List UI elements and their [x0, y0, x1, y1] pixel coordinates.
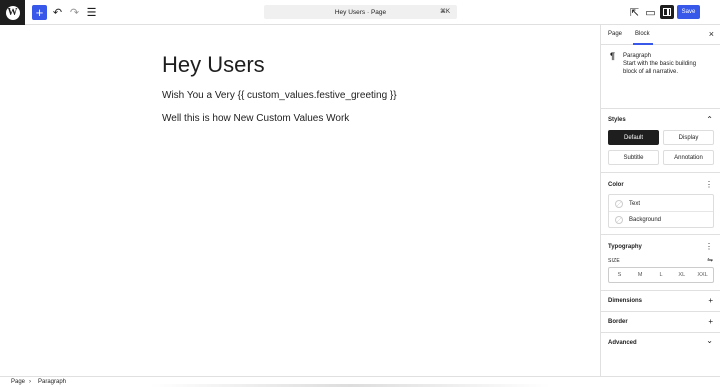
chevron-down-icon[interactable]: ⌄ [706, 337, 713, 345]
text-color-item[interactable]: Text [609, 195, 713, 212]
paragraph-block[interactable]: Well this is how New Custom Values Work [162, 113, 349, 124]
heading-block[interactable]: Hey Users [162, 52, 265, 78]
color-title: Color [608, 182, 624, 188]
chevron-up-icon[interactable]: ⌃ [706, 116, 713, 124]
command-shortcut: ⌘K [439, 9, 450, 15]
tab-block[interactable]: Block [635, 31, 650, 37]
sidebar-tabs: Page Block × [601, 25, 720, 45]
styles-title[interactable]: Styles [608, 117, 626, 123]
custom-size-icon[interactable]: ⇋ [707, 256, 713, 264]
plus-icon[interactable]: + [708, 297, 713, 305]
more-options-icon[interactable]: ⋮ [705, 243, 713, 251]
style-subtitle-button[interactable]: Subtitle [608, 150, 659, 165]
border-title: Border [608, 319, 628, 325]
typography-panel: Typography ⋮ SIZE ⇋ S M L XL XXL [601, 235, 720, 291]
color-settings: Text Background [608, 194, 714, 228]
chevron-right-icon: › [29, 379, 31, 385]
style-options: Default Display Subtitle Annotation [608, 130, 714, 165]
size-m-option[interactable]: M [630, 268, 651, 282]
paragraph-block[interactable]: Wish You a Very {{ custom_values.festive… [162, 90, 397, 101]
tab-page[interactable]: Page [608, 31, 622, 37]
redo-icon[interactable]: ↷ [67, 5, 82, 20]
breadcrumb-paragraph[interactable]: Paragraph [38, 379, 66, 385]
dimensions-panel[interactable]: Dimensions + [601, 291, 720, 312]
wordpress-icon: W [5, 5, 20, 20]
save-button[interactable]: Save [677, 5, 700, 19]
settings-sidebar: Page Block × ¶ Paragraph Start with the … [600, 25, 720, 376]
styles-panel: Styles ⌃ Default Display Subtitle Annota… [601, 109, 720, 173]
size-l-option[interactable]: L [651, 268, 672, 282]
plus-icon[interactable]: + [708, 318, 713, 326]
size-xl-option[interactable]: XL [671, 268, 692, 282]
close-icon[interactable]: × [709, 29, 714, 39]
size-label: SIZE [608, 258, 620, 264]
block-card: ¶ Paragraph Start with the basic buildin… [601, 45, 720, 109]
color-panel: Color ⋮ Text Background [601, 173, 720, 235]
document-title: Hey Users · Page [334, 8, 387, 16]
preview-device-icon[interactable]: ▭ [643, 5, 658, 20]
sidebar-panel-icon [663, 8, 671, 16]
style-annotation-button[interactable]: Annotation [663, 150, 714, 165]
background-color-item[interactable]: Background [609, 211, 713, 228]
editor-canvas[interactable]: Hey Users Wish You a Very {{ custom_valu… [0, 25, 600, 376]
text-color-label: Text [629, 200, 641, 207]
size-s-option[interactable]: S [609, 268, 630, 282]
font-size-picker: S M L XL XXL [608, 267, 714, 283]
advanced-title: Advanced [608, 340, 637, 346]
list-view-icon[interactable]: ☰ [84, 5, 99, 20]
color-swatch-icon [615, 199, 623, 208]
paragraph-icon: ¶ [610, 51, 616, 61]
background-color-label: Background [629, 217, 662, 223]
breadcrumb-page[interactable]: Page [11, 379, 25, 385]
style-display-button[interactable]: Display [663, 130, 714, 145]
view-page-icon[interactable]: ⇱ [627, 5, 642, 20]
block-name: Paragraph [623, 53, 652, 59]
border-panel[interactable]: Border + [601, 312, 720, 333]
more-options-icon[interactable]: ⋮ [705, 181, 713, 189]
size-xxl-option[interactable]: XXL [692, 268, 713, 282]
color-swatch-icon [615, 216, 623, 224]
dimensions-title: Dimensions [608, 298, 643, 304]
block-description: Start with the basic building block of a… [623, 61, 697, 75]
undo-icon[interactable]: ↶ [50, 5, 65, 20]
add-block-button[interactable]: + [32, 5, 47, 20]
style-default-button[interactable]: Default [608, 130, 659, 145]
typography-title: Typography [608, 244, 642, 250]
wordpress-logo-button[interactable]: W [0, 0, 25, 25]
advanced-panel[interactable]: Advanced ⌄ [601, 333, 720, 354]
top-toolbar: W + ↶ ↷ ☰ Hey Users · Page ⌘K ⇱ ▭ Save [0, 0, 720, 25]
settings-sidebar-toggle-button[interactable] [660, 5, 674, 19]
command-palette-bar[interactable]: Hey Users · Page ⌘K [264, 5, 457, 19]
